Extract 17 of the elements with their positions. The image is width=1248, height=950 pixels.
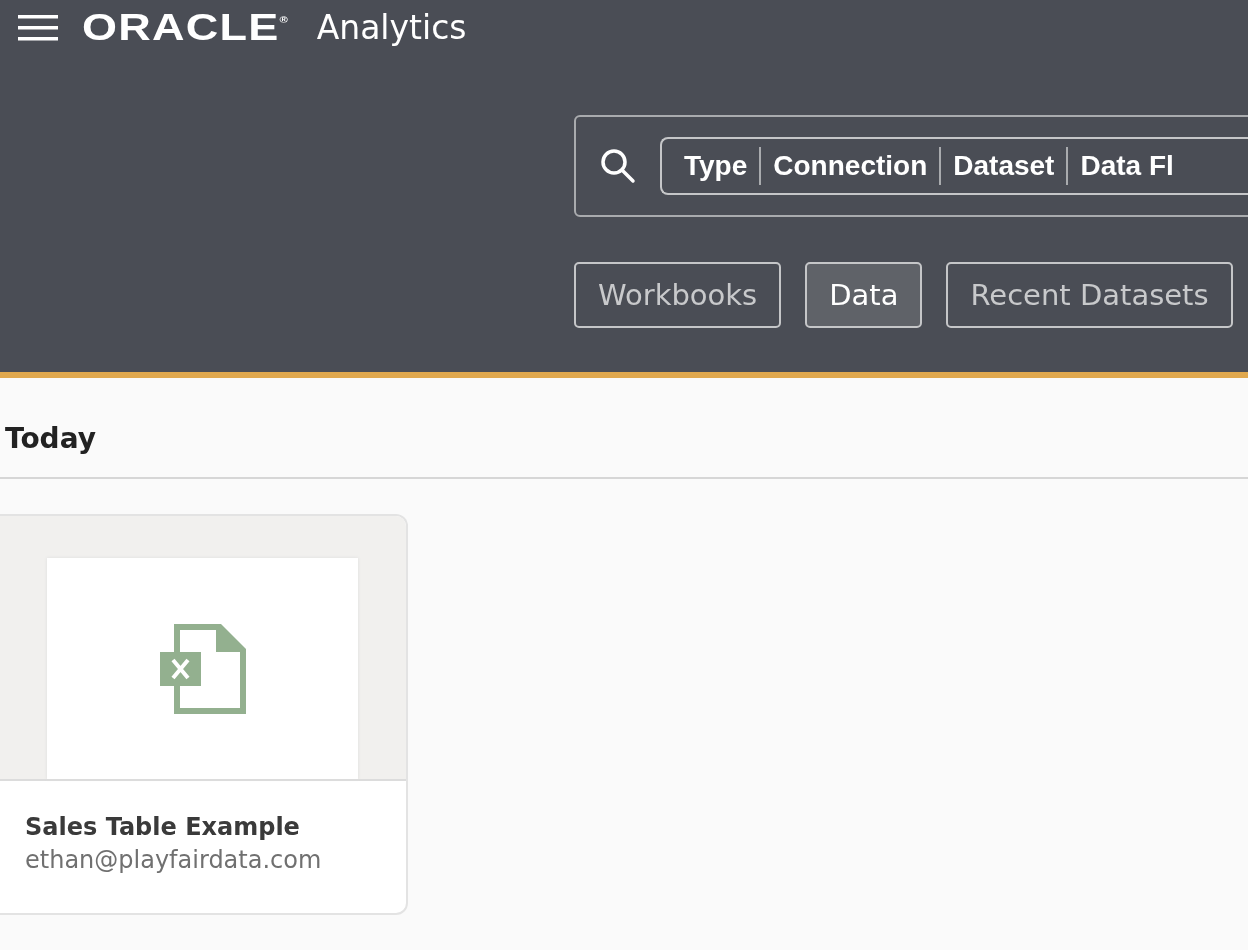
view-tab[interactable]: Recent Datasets (946, 262, 1233, 328)
filter-field[interactable]: Type Connection Dataset Data Fl (660, 137, 1248, 195)
brand-logo: ORACLE$^{®}$ (82, 9, 288, 46)
card-owner: ethan@playfairdata.com (24, 844, 323, 876)
card-title: Sales Table Example (24, 812, 301, 842)
dataset-card[interactable]: Sales Table Example ethan@playfairdata.com (0, 514, 408, 915)
menu-icon[interactable] (18, 13, 58, 42)
filter-chip[interactable]: Data Fl (1066, 147, 1186, 185)
spreadsheet-file-icon (159, 623, 246, 714)
view-tab[interactable]: Workbooks (574, 262, 782, 328)
section-title: Today (0, 378, 1248, 479)
view-tab[interactable]: Data (805, 262, 923, 328)
product-name: Analytics (316, 11, 467, 44)
search-icon[interactable] (600, 148, 636, 184)
filter-chip[interactable]: Connection (759, 147, 940, 185)
filter-chip[interactable]: Type (662, 147, 760, 185)
filter-chip[interactable]: Dataset (939, 147, 1067, 185)
